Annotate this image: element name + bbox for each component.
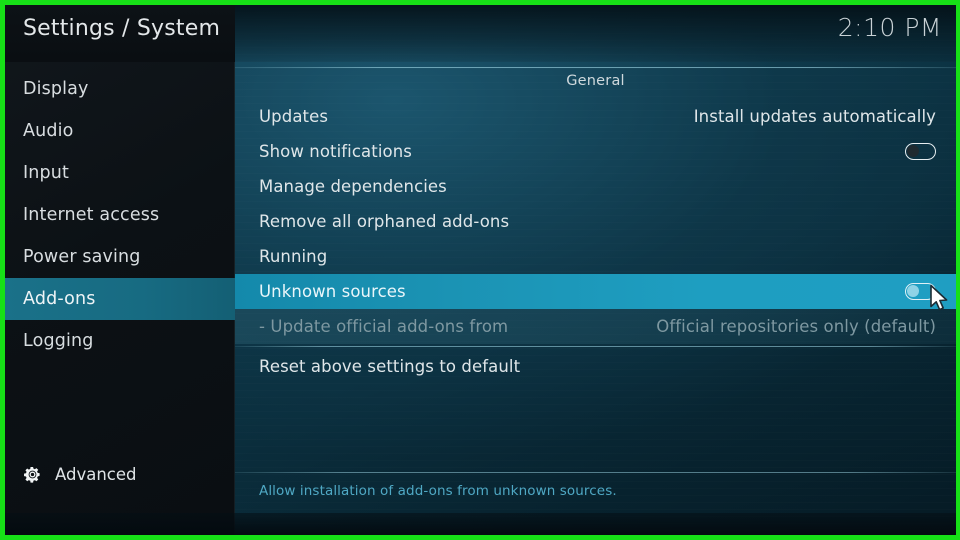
setting-row-update-official-addons-from: - Update official add-ons from Official … — [235, 309, 956, 344]
setting-label: - Update official add-ons from — [259, 317, 509, 336]
setting-row-remove-orphaned-addons[interactable]: Remove all orphaned add-ons — [235, 204, 956, 239]
setting-label: Remove all orphaned add-ons — [259, 212, 510, 231]
sidebar-menu[interactable]: Display Audio Input Internet access Powe… — [5, 68, 235, 362]
sidebar-item-logging[interactable]: Logging — [5, 320, 235, 362]
sidebar-item-input[interactable]: Input — [5, 152, 235, 194]
setting-description: Allow installation of add-ons from unkno… — [259, 483, 617, 499]
bottom-bar — [5, 513, 956, 535]
settings-group-label: General — [566, 73, 625, 89]
unknown-sources-toggle[interactable] — [905, 283, 936, 300]
toggle-knob — [907, 145, 919, 157]
gear-icon — [24, 466, 40, 483]
sidebar-item-internet-access[interactable]: Internet access — [5, 194, 235, 236]
setting-row-manage-dependencies[interactable]: Manage dependencies — [235, 169, 956, 204]
sidebar-item-label: Audio — [23, 121, 74, 141]
setting-label: Updates — [259, 107, 329, 126]
setting-row-show-notifications[interactable]: Show notifications — [235, 134, 956, 169]
sidebar-item-display[interactable]: Display — [5, 68, 235, 110]
setting-label: Show notifications — [259, 142, 412, 161]
kodi-window: Settings / System 2:10 PM Display Audio … — [5, 5, 956, 535]
screen-capture-border: Settings / System 2:10 PM Display Audio … — [0, 0, 960, 540]
page-title: Settings / System — [23, 16, 221, 41]
advanced-label: Advanced — [55, 464, 137, 484]
sidebar-item-power-saving[interactable]: Power saving — [5, 236, 235, 278]
sidebar-item-label: Internet access — [23, 205, 160, 225]
setting-row-unknown-sources[interactable]: Unknown sources — [235, 274, 956, 309]
sidebar-item-audio[interactable]: Audio — [5, 110, 235, 152]
setting-row-updates[interactable]: Updates Install updates automatically — [235, 99, 956, 134]
advanced-button[interactable]: Advanced — [5, 457, 235, 491]
setting-value: Install updates automatically — [693, 107, 936, 126]
setting-label: Reset above settings to default — [259, 357, 521, 376]
setting-value: Official repositories only (default) — [656, 317, 936, 336]
setting-row-reset-to-default[interactable]: Reset above settings to default — [235, 349, 956, 384]
setting-label: Manage dependencies — [259, 177, 447, 196]
setting-label: Unknown sources — [259, 282, 406, 301]
sidebar-item-label: Input — [23, 163, 70, 183]
window-header: Settings / System 2:10 PM — [5, 5, 956, 62]
show-notifications-toggle[interactable] — [905, 143, 936, 160]
setting-label: Running — [259, 247, 328, 266]
clock: 2:10 PM — [837, 13, 942, 42]
sidebar-item-label: Power saving — [23, 247, 141, 267]
toggle-knob — [907, 285, 919, 297]
setting-row-running[interactable]: Running — [235, 239, 956, 274]
sidebar-item-label: Display — [23, 79, 89, 99]
settings-divider — [235, 346, 956, 347]
settings-list: Updates Install updates automatically Sh… — [235, 99, 956, 384]
sidebar-item-label: Add-ons — [23, 289, 96, 309]
sidebar-item-add-ons[interactable]: Add-ons — [5, 278, 235, 320]
sidebar-item-label: Logging — [23, 331, 94, 351]
description-divider — [235, 472, 956, 473]
content-top-divider — [235, 67, 956, 68]
